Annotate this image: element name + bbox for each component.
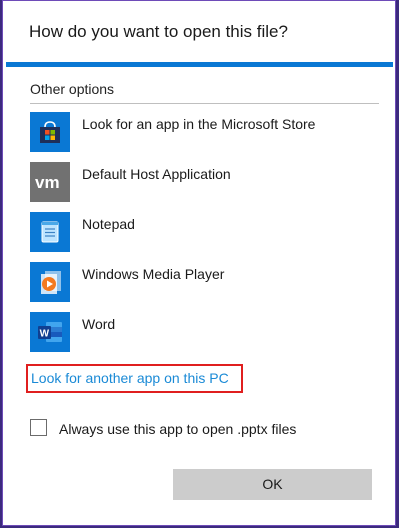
- app-label: Default Host Application: [82, 166, 231, 182]
- app-item-notepad[interactable]: Notepad: [30, 209, 380, 259]
- app-item-word[interactable]: W Word: [30, 309, 380, 359]
- ok-button[interactable]: OK: [173, 469, 372, 500]
- app-item-default-host-application[interactable]: vm Default Host Application: [30, 159, 380, 209]
- divider: [30, 103, 379, 104]
- app-item-windows-media-player[interactable]: Windows Media Player: [30, 259, 380, 309]
- app-label: Word: [82, 316, 116, 332]
- open-with-dialog: How do you want to open this file? Other…: [2, 0, 396, 526]
- word-icon: W: [30, 312, 70, 352]
- always-use-checkbox[interactable]: [30, 419, 47, 436]
- always-use-label: Always use this app to open .pptx files: [59, 421, 297, 437]
- accent-bar: [6, 62, 393, 67]
- microsoft-store-icon: [30, 112, 70, 152]
- vmware-icon: vm: [30, 162, 70, 202]
- app-list: Look for an app in the Microsoft Store v…: [30, 109, 380, 359]
- svg-text:W: W: [40, 329, 50, 340]
- app-label: Notepad: [82, 216, 135, 232]
- section-label: Other options: [30, 81, 115, 97]
- notepad-icon: [30, 212, 70, 252]
- svg-text:vm: vm: [35, 173, 60, 192]
- look-for-another-app-link[interactable]: Look for another app on this PC: [26, 364, 243, 393]
- app-item-microsoft-store[interactable]: Look for an app in the Microsoft Store: [30, 109, 380, 159]
- windows-media-player-icon: [30, 262, 70, 302]
- app-label: Look for an app in the Microsoft Store: [82, 116, 316, 132]
- dialog-title: How do you want to open this file?: [29, 22, 288, 41]
- app-label: Windows Media Player: [82, 266, 225, 282]
